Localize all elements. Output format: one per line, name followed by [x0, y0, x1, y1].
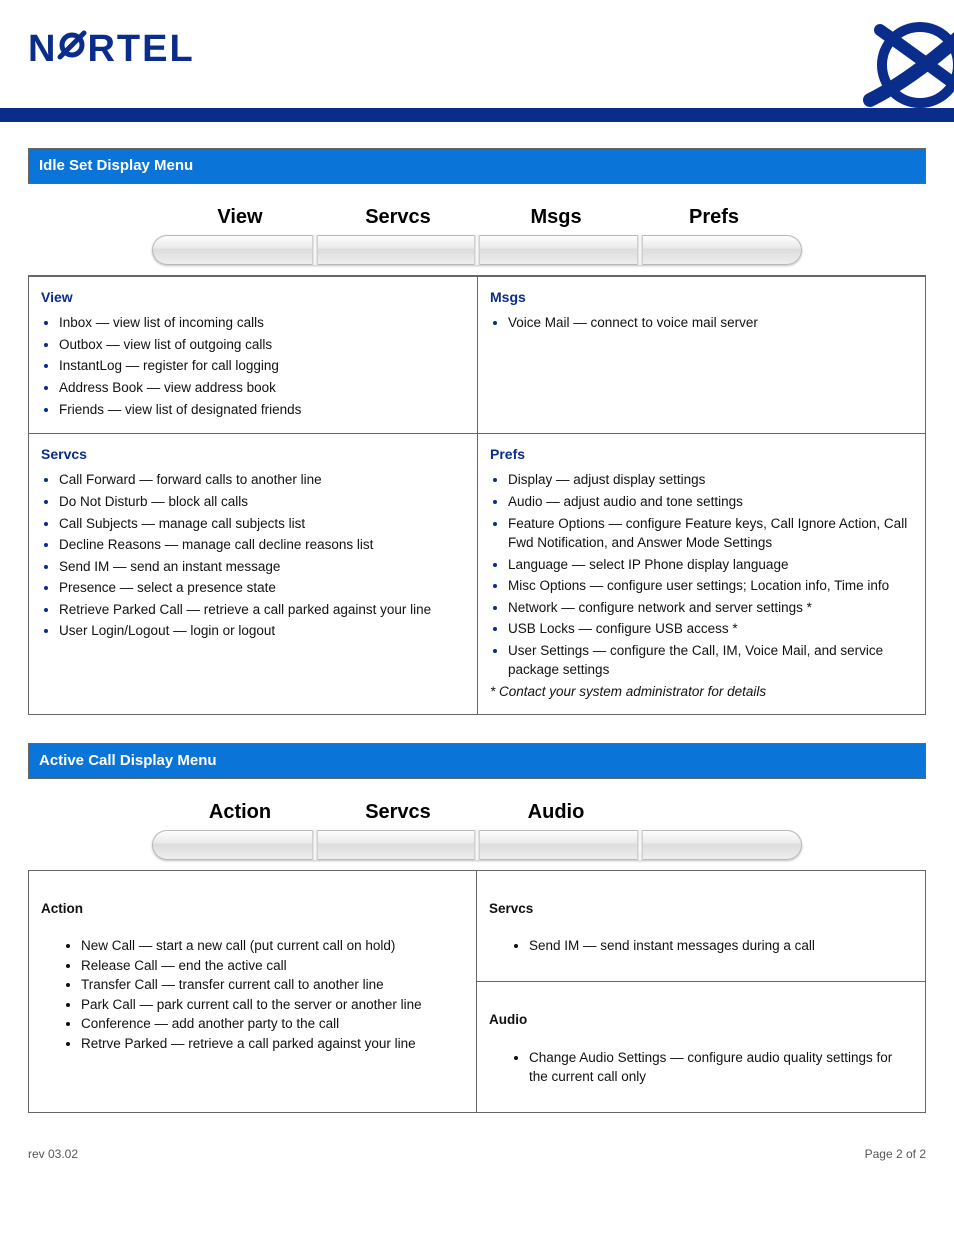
softkey-servcs2[interactable] — [315, 830, 478, 860]
prefs-item: Audio — adjust audio and tone settings — [508, 492, 913, 512]
cell-servcs-heading: Servcs — [41, 444, 465, 464]
servcs2-item: Send IM — send instant messages during a… — [529, 936, 913, 956]
cell-servcs: Servcs Call Forward — forward calls to a… — [29, 433, 477, 713]
cell-msgs: Msgs Voice Mail — connect to voice mail … — [477, 276, 925, 433]
softkey-blank[interactable] — [640, 830, 803, 860]
view-item: InstantLog — register for call logging — [59, 356, 465, 376]
page-footer: rev 03.02 Page 2 of 2 — [0, 1133, 954, 1183]
cell-view-heading: View — [41, 287, 465, 307]
softkey-label-msgs: Msgs — [486, 206, 626, 229]
servcs-item: Call Forward — forward calls to another … — [59, 470, 465, 490]
prefs-item: Misc Options — configure user settings; … — [508, 576, 913, 596]
cell-action-heading: Action — [41, 899, 464, 919]
action-item: Retrve Parked — retrieve a call parked a… — [81, 1034, 464, 1054]
section-active-call: Active Call Display Menu — [28, 743, 926, 779]
servcs-item: Do Not Disturb — block all calls — [59, 492, 465, 512]
brand-text-right: RTEL — [87, 28, 194, 70]
prefs-item: Network — configure network and server s… — [508, 598, 913, 618]
view-item: Inbox — view list of incoming calls — [59, 313, 465, 333]
cell-audio: Audio Change Audio Settings — configure … — [477, 981, 925, 1112]
softkeys-active: Action Servcs Audio — [152, 801, 802, 860]
cell-prefs-heading: Prefs — [490, 444, 913, 464]
softkey-label-prefs: Prefs — [644, 206, 784, 229]
prefs-item: Feature Options — configure Feature keys… — [508, 514, 913, 553]
softkey-prefs[interactable] — [640, 235, 803, 265]
prefs-item: USB Locks — configure USB access * — [508, 619, 913, 639]
section-idle-menu: Idle Set Display Menu — [28, 148, 926, 184]
cell-servcs2: Servcs Send IM — send instant messages d… — [477, 871, 925, 982]
header-divider — [0, 108, 954, 122]
action-item: New Call — start a new call (put current… — [81, 936, 464, 956]
cell-msgs-heading: Msgs — [490, 287, 913, 307]
cell-action: Action New Call — start a new call (put … — [29, 871, 477, 1113]
view-item: Outbox — view list of outgoing calls — [59, 335, 465, 355]
action-item: Transfer Call — transfer current call to… — [81, 975, 464, 995]
active-call-grid: Action New Call — start a new call (put … — [28, 870, 926, 1114]
page-header: N RTEL — [0, 0, 954, 108]
softkey-view[interactable] — [152, 235, 315, 265]
softkey-servcs[interactable] — [315, 235, 478, 265]
prefs-footnote: * Contact your system administrator for … — [490, 682, 913, 702]
servcs-item: Retrieve Parked Call — retrieve a call p… — [59, 600, 465, 620]
servcs-item: User Login/Logout — login or logout — [59, 621, 465, 641]
msgs-item: Voice Mail — connect to voice mail serve… — [508, 313, 913, 333]
footer-revision: rev 03.02 — [28, 1147, 78, 1161]
softkey-label-blank — [644, 801, 784, 824]
cell-audio-heading: Audio — [489, 1010, 913, 1030]
servcs-item: Decline Reasons — manage call decline re… — [59, 535, 465, 555]
servcs-item: Call Subjects — manage call subjects lis… — [59, 514, 465, 534]
cell-view: View Inbox — view list of incoming calls… — [29, 276, 477, 433]
cell-servcs2-heading: Servcs — [489, 899, 913, 919]
action-item: Release Call — end the active call — [81, 956, 464, 976]
audio-item: Change Audio Settings — configure audio … — [529, 1048, 913, 1087]
servcs-item: Presence — select a presence state — [59, 578, 465, 598]
softkey-label-action: Action — [170, 801, 310, 824]
ring-icon — [57, 27, 87, 70]
softkey-action[interactable] — [152, 830, 315, 860]
softkey-audio[interactable] — [477, 830, 640, 860]
footer-page: Page 2 of 2 — [865, 1147, 926, 1161]
idle-menu-grid: View Inbox — view list of incoming calls… — [28, 275, 926, 715]
prefs-item: Display — adjust display settings — [508, 470, 913, 490]
section-title-idle: Idle Set Display Menu — [29, 149, 925, 183]
prefs-item: User Settings — configure the Call, IM, … — [508, 641, 913, 680]
view-item: Friends — view list of designated friend… — [59, 400, 465, 420]
prefs-item: Language — select IP Phone display langu… — [508, 555, 913, 575]
action-item: Park Call — park current call to the ser… — [81, 995, 464, 1015]
softkey-msgs[interactable] — [477, 235, 640, 265]
softkeys-idle: View Servcs Msgs Prefs — [152, 206, 802, 265]
cell-prefs: Prefs Display — adjust display settings … — [477, 433, 925, 713]
action-item: Conference — add another party to the ca… — [81, 1014, 464, 1034]
softkey-label-audio: Audio — [486, 801, 626, 824]
section-title-active: Active Call Display Menu — [29, 744, 925, 778]
servcs-item: Send IM — send an instant message — [59, 557, 465, 577]
view-item: Address Book — view address book — [59, 378, 465, 398]
softkey-label-view: View — [170, 206, 310, 229]
softkey-label-servcs2: Servcs — [328, 801, 468, 824]
brand-wordmark: N RTEL — [28, 28, 195, 72]
softkey-label-servcs: Servcs — [328, 206, 468, 229]
brand-text-left: N — [28, 28, 57, 70]
